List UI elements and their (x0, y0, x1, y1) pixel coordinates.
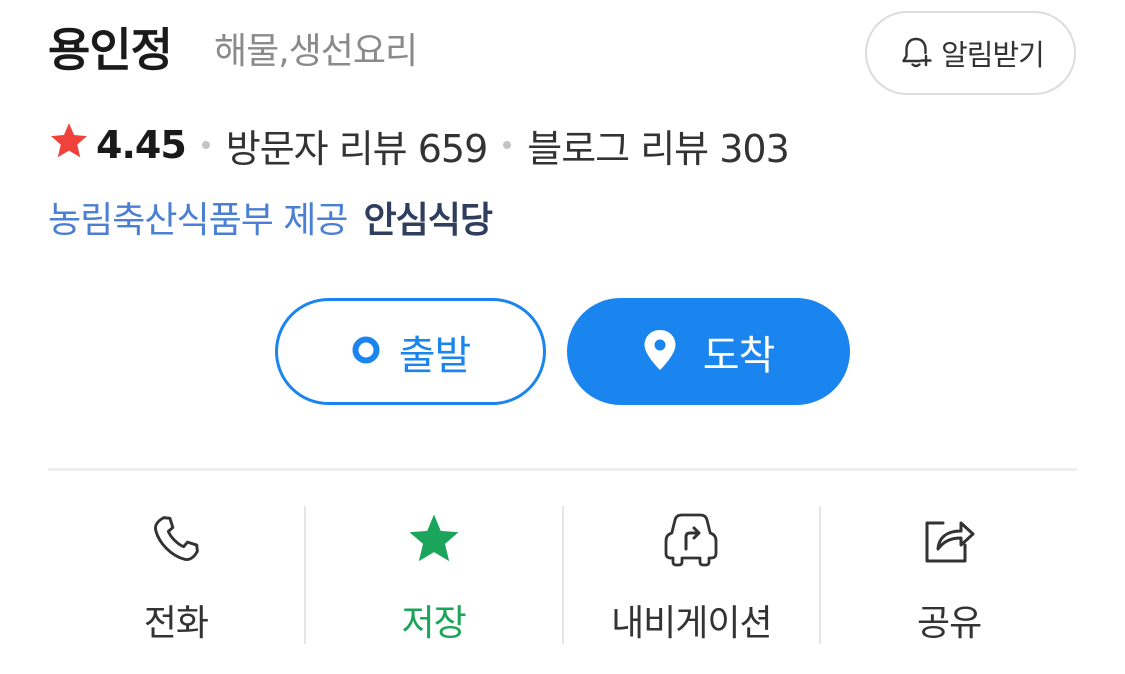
departure-button[interactable]: 출발 (275, 298, 546, 405)
origin-dot-icon (351, 335, 381, 369)
share-icon (921, 511, 977, 571)
divider (48, 468, 1077, 471)
bell-plus-icon (897, 34, 935, 72)
rating-summary: 4.45 방문자 리뷰 659 블로그 리뷰 303 (48, 118, 790, 173)
alert-button-label: 알림받기 (941, 38, 1045, 72)
share-button[interactable]: 공유 (821, 506, 1077, 646)
separator-dot (201, 141, 210, 149)
certification-name[interactable]: 안심식당 (364, 191, 493, 243)
navigation-button[interactable]: 내비게이션 (564, 506, 820, 646)
star-icon (48, 120, 90, 171)
star-icon (406, 511, 462, 571)
location-pin-icon (643, 329, 677, 375)
certification-row: 농림축산식품부 제공 안심식당 (48, 190, 493, 244)
share-label: 공유 (917, 603, 982, 644)
visitor-reviews-link[interactable]: 방문자 리뷰 659 (226, 118, 488, 173)
call-button[interactable]: 전화 (48, 506, 304, 646)
departure-label: 출발 (398, 332, 472, 379)
action-bar: 전화 저장 내비게이션 공유 (48, 506, 1077, 646)
place-category: 해물,생선요리 (214, 31, 418, 72)
phone-icon (149, 512, 203, 570)
alert-subscribe-button[interactable]: 알림받기 (865, 11, 1076, 95)
place-name: 용인정 (48, 23, 173, 77)
arrival-button[interactable]: 도착 (567, 298, 850, 405)
navigation-car-icon (661, 511, 721, 571)
certification-provider[interactable]: 농림축산식품부 제공 (48, 191, 349, 243)
navigation-label: 내비게이션 (611, 603, 773, 644)
save-label: 저장 (401, 603, 467, 644)
separator-dot (503, 141, 512, 149)
blog-reviews-link[interactable]: 블로그 리뷰 303 (527, 118, 789, 173)
call-label: 전화 (143, 603, 209, 644)
place-detail-panel: 용인정 해물,생선요리 알림받기 4.45 방문자 리뷰 659 블로그 리뷰 … (0, 0, 1125, 674)
arrival-label: 도착 (702, 332, 776, 379)
save-button[interactable]: 저장 (306, 506, 562, 646)
rating-score: 4.45 (96, 123, 187, 167)
